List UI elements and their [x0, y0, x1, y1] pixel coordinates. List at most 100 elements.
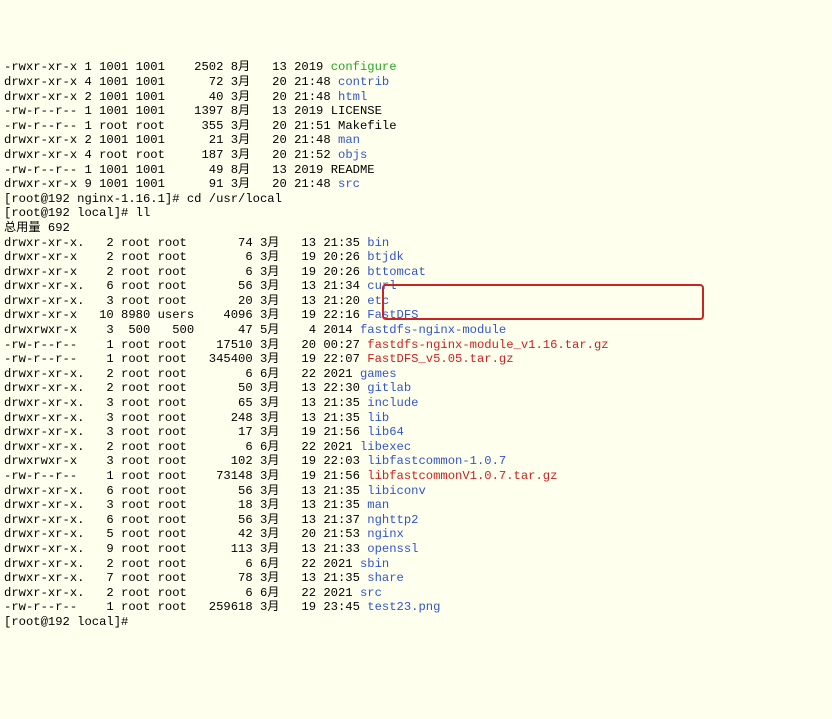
file-row: drwxr-xr-x. 7 root root 78 3月 13 21:35 s… [4, 571, 828, 586]
file-row: drwxrwxr-x 3 500 500 47 5月 4 2014 fastdf… [4, 323, 828, 338]
file-name: README [331, 163, 375, 177]
file-name: Makefile [338, 119, 397, 133]
file-permissions: drwxr-xr-x. 6 root root 56 3月 13 21:34 [4, 279, 367, 293]
file-permissions: -rwxr-xr-x 1 1001 1001 2502 8月 13 2019 [4, 60, 331, 74]
file-permissions: -rw-r--r-- 1 root root 345400 3月 19 22:0… [4, 352, 367, 366]
file-name: html [338, 90, 367, 104]
file-name: FastDFS [367, 308, 418, 322]
file-permissions: drwxr-xr-x. 7 root root 78 3月 13 21:35 [4, 571, 367, 585]
file-permissions: drwxr-xr-x 9 1001 1001 91 3月 20 21:48 [4, 177, 338, 191]
file-row: drwxr-xr-x 10 8980 users 4096 3月 19 22:1… [4, 308, 828, 323]
file-row: -rw-r--r-- 1 root root 17510 3月 20 00:27… [4, 338, 828, 353]
file-name: LICENSE [331, 104, 382, 118]
file-name: lib [367, 411, 389, 425]
file-row: drwxr-xr-x. 9 root root 113 3月 13 21:33 … [4, 542, 828, 557]
file-row: drwxr-xr-x. 5 root root 42 3月 20 21:53 n… [4, 527, 828, 542]
file-row: drwxr-xr-x 4 root root 187 3月 20 21:52 o… [4, 148, 828, 163]
prompt-line: [root@192 local]# [4, 615, 828, 630]
prompt-line: [root@192 local]# ll [4, 206, 828, 221]
file-name: objs [338, 148, 367, 162]
file-row: -rw-r--r-- 1 1001 1001 1397 8月 13 2019 L… [4, 104, 828, 119]
file-permissions: drwxr-xr-x 10 8980 users 4096 3月 19 22:1… [4, 308, 367, 322]
file-permissions: drwxr-xr-x. 3 root root 65 3月 13 21:35 [4, 396, 367, 410]
file-permissions: -rw-r--r-- 1 1001 1001 1397 8月 13 2019 [4, 104, 331, 118]
file-name: gitlab [367, 381, 411, 395]
file-row: drwxr-xr-x. 2 root root 6 6月 22 2021 gam… [4, 367, 828, 382]
file-row: drwxr-xr-x 2 root root 6 3月 19 20:26 btt… [4, 265, 828, 280]
file-permissions: drwxr-xr-x 2 1001 1001 40 3月 20 21:48 [4, 90, 338, 104]
file-permissions: -rw-r--r-- 1 root root 17510 3月 20 00:27 [4, 338, 367, 352]
file-name: configure [331, 60, 397, 74]
file-permissions: drwxrwxr-x 3 500 500 47 5月 4 2014 [4, 323, 360, 337]
file-row: -rw-r--r-- 1 root root 355 3月 20 21:51 M… [4, 119, 828, 134]
file-name: libexec [360, 440, 411, 454]
file-name: contrib [338, 75, 389, 89]
file-row: drwxr-xr-x. 3 root root 248 3月 13 21:35 … [4, 411, 828, 426]
file-permissions: drwxr-xr-x. 2 root root 6 6月 22 2021 [4, 557, 360, 571]
file-name: nginx [367, 527, 404, 541]
file-name: curl [367, 279, 396, 293]
file-row: -rwxr-xr-x 1 1001 1001 2502 8月 13 2019 c… [4, 60, 828, 75]
file-name: FastDFS_v5.05.tar.gz [367, 352, 513, 366]
file-row: -rw-r--r-- 1 1001 1001 49 8月 13 2019 REA… [4, 163, 828, 178]
file-name: libiconv [367, 484, 426, 498]
file-row: drwxr-xr-x. 6 root root 56 3月 13 21:34 c… [4, 279, 828, 294]
prompt-line: [root@192 nginx-1.16.1]# cd /usr/local [4, 192, 828, 207]
file-name: bin [367, 236, 389, 250]
file-row: drwxr-xr-x. 3 root root 17 3月 19 21:56 l… [4, 425, 828, 440]
file-row: drwxr-xr-x 2 root root 6 3月 19 20:26 btj… [4, 250, 828, 265]
file-row: -rw-r--r-- 1 root root 259618 3月 19 23:4… [4, 600, 828, 615]
file-name: btjdk [367, 250, 404, 264]
file-permissions: -rw-r--r-- 1 root root 259618 3月 19 23:4… [4, 600, 367, 614]
file-name: src [338, 177, 360, 191]
file-row: drwxr-xr-x. 6 root root 56 3月 13 21:37 n… [4, 513, 828, 528]
file-row: drwxr-xr-x. 2 root root 6 6月 22 2021 sbi… [4, 557, 828, 572]
terminal-output: -rwxr-xr-x 1 1001 1001 2502 8月 13 2019 c… [4, 60, 828, 629]
file-name: games [360, 367, 397, 381]
file-name: man [367, 498, 389, 512]
file-permissions: drwxr-xr-x. 2 root root 50 3月 13 22:30 [4, 381, 367, 395]
file-permissions: drwxr-xr-x 4 1001 1001 72 3月 20 21:48 [4, 75, 338, 89]
file-row: -rw-r--r-- 1 root root 345400 3月 19 22:0… [4, 352, 828, 367]
file-permissions: -rw-r--r-- 1 root root 355 3月 20 21:51 [4, 119, 338, 133]
file-permissions: drwxr-xr-x. 3 root root 18 3月 13 21:35 [4, 498, 367, 512]
file-permissions: drwxr-xr-x 2 1001 1001 21 3月 20 21:48 [4, 133, 338, 147]
file-permissions: drwxr-xr-x 2 root root 6 3月 19 20:26 [4, 265, 367, 279]
file-name: nghttp2 [367, 513, 418, 527]
total-line: 总用量 692 [4, 221, 828, 236]
file-name: sbin [360, 557, 389, 571]
file-permissions: drwxr-xr-x. 6 root root 56 3月 13 21:37 [4, 513, 367, 527]
file-permissions: drwxrwxr-x 3 root root 102 3月 19 22:03 [4, 454, 367, 468]
file-row: drwxr-xr-x 9 1001 1001 91 3月 20 21:48 sr… [4, 177, 828, 192]
file-permissions: drwxr-xr-x. 2 root root 74 3月 13 21:35 [4, 236, 367, 250]
file-name: fastdfs-nginx-module [360, 323, 506, 337]
file-permissions: drwxr-xr-x. 5 root root 42 3月 20 21:53 [4, 527, 367, 541]
file-name: man [338, 133, 360, 147]
file-permissions: drwxr-xr-x. 9 root root 113 3月 13 21:33 [4, 542, 367, 556]
file-row: drwxr-xr-x. 2 root root 50 3月 13 22:30 g… [4, 381, 828, 396]
file-permissions: drwxr-xr-x 2 root root 6 3月 19 20:26 [4, 250, 367, 264]
file-name: src [360, 586, 382, 600]
file-row: drwxrwxr-x 3 root root 102 3月 19 22:03 l… [4, 454, 828, 469]
file-row: drwxr-xr-x 2 1001 1001 21 3月 20 21:48 ma… [4, 133, 828, 148]
file-name: libfastcommon-1.0.7 [367, 454, 506, 468]
file-permissions: drwxr-xr-x. 3 root root 248 3月 13 21:35 [4, 411, 367, 425]
file-row: drwxr-xr-x. 3 root root 65 3月 13 21:35 i… [4, 396, 828, 411]
file-name: include [367, 396, 418, 410]
file-row: drwxr-xr-x 4 1001 1001 72 3月 20 21:48 co… [4, 75, 828, 90]
file-row: drwxr-xr-x. 2 root root 6 6月 22 2021 lib… [4, 440, 828, 455]
file-row: drwxr-xr-x. 6 root root 56 3月 13 21:35 l… [4, 484, 828, 499]
file-permissions: drwxr-xr-x. 3 root root 20 3月 13 21:20 [4, 294, 367, 308]
file-name: fastdfs-nginx-module_v1.16.tar.gz [367, 338, 608, 352]
file-permissions: drwxr-xr-x. 2 root root 6 6月 22 2021 [4, 586, 360, 600]
file-permissions: drwxr-xr-x. 2 root root 6 6月 22 2021 [4, 367, 360, 381]
file-permissions: drwxr-xr-x. 3 root root 17 3月 19 21:56 [4, 425, 367, 439]
file-row: drwxr-xr-x. 3 root root 20 3月 13 21:20 e… [4, 294, 828, 309]
file-permissions: drwxr-xr-x. 2 root root 6 6月 22 2021 [4, 440, 360, 454]
file-permissions: drwxr-xr-x 4 root root 187 3月 20 21:52 [4, 148, 338, 162]
file-row: drwxr-xr-x 2 1001 1001 40 3月 20 21:48 ht… [4, 90, 828, 105]
file-permissions: -rw-r--r-- 1 1001 1001 49 8月 13 2019 [4, 163, 331, 177]
file-name: libfastcommonV1.0.7.tar.gz [367, 469, 557, 483]
file-name: bttomcat [367, 265, 426, 279]
file-name: openssl [367, 542, 418, 556]
